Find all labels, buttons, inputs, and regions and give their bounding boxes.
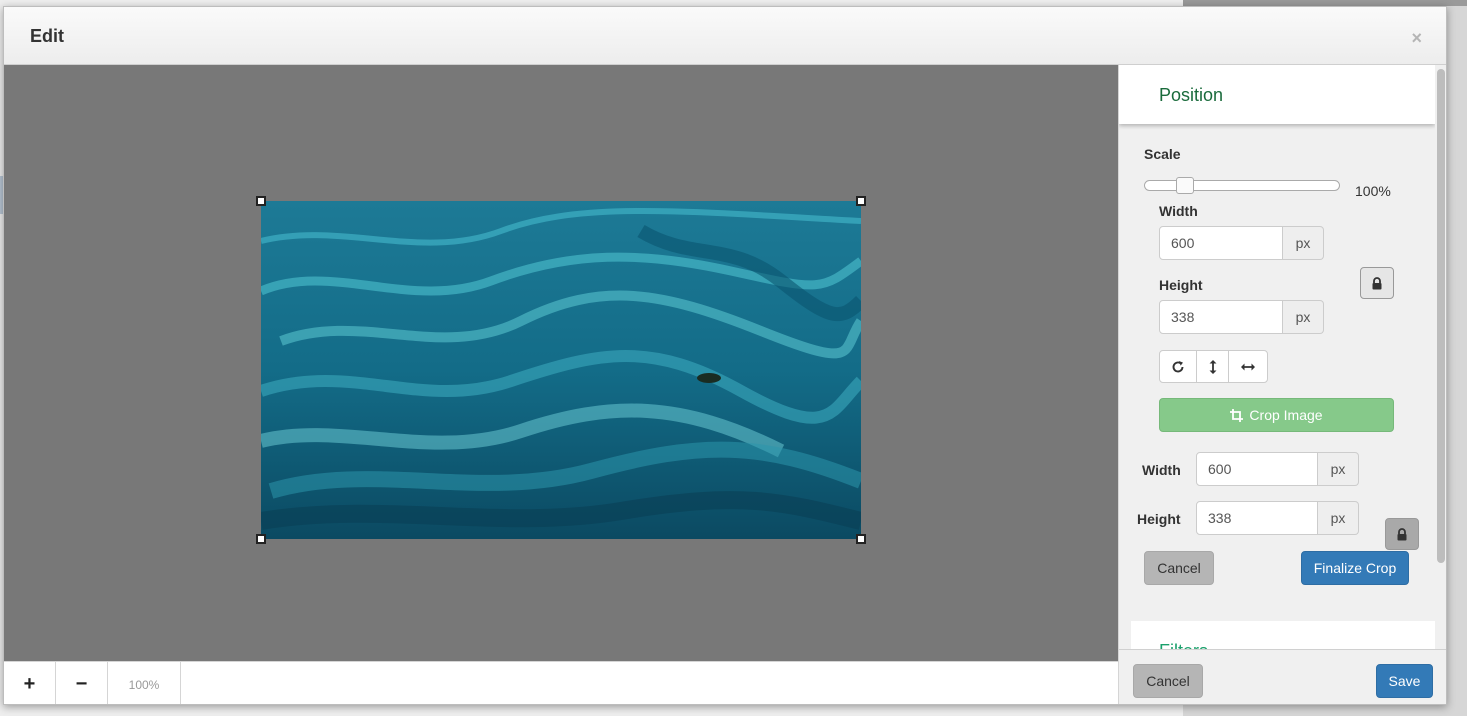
width-input-group: px xyxy=(1159,226,1324,260)
rotate-button[interactable] xyxy=(1160,351,1197,382)
image-canvas[interactable] xyxy=(4,65,1118,661)
aspect-lock-button[interactable] xyxy=(1360,267,1394,299)
crop-height-unit: px xyxy=(1318,501,1359,535)
resize-handle-top-right[interactable] xyxy=(856,196,866,206)
cancel-button[interactable]: Cancel xyxy=(1133,664,1203,698)
scale-label: Scale xyxy=(1144,146,1181,162)
side-panel-scrollbar[interactable] xyxy=(1437,69,1445,563)
flip-horizontal-button[interactable] xyxy=(1229,351,1267,382)
filters-section-header[interactable]: Filters xyxy=(1131,621,1435,649)
crop-icon xyxy=(1230,408,1244,422)
scale-value: 100% xyxy=(1355,183,1391,199)
position-section-title: Position xyxy=(1159,85,1224,105)
close-icon[interactable]: × xyxy=(1411,29,1422,47)
height-input-group: px xyxy=(1159,300,1324,334)
width-label: Width xyxy=(1159,203,1198,219)
flip-horizontal-icon xyxy=(1241,363,1255,370)
zoom-level: 100% xyxy=(108,662,181,704)
crop-width-input[interactable] xyxy=(1196,452,1318,486)
dialog-title: Edit xyxy=(30,26,64,46)
save-button[interactable]: Save xyxy=(1376,664,1433,698)
scale-slider[interactable] xyxy=(1144,180,1340,191)
dialog-footer: Cancel Save xyxy=(1119,649,1446,704)
scale-slider-thumb[interactable] xyxy=(1176,177,1195,194)
width-unit: px xyxy=(1283,226,1324,260)
transform-button-group xyxy=(1159,350,1268,383)
edit-dialog: Edit × + − 100% Position Scale 100% Widt… xyxy=(3,6,1447,705)
resize-handle-top-left[interactable] xyxy=(256,196,266,206)
crop-height-label: Height xyxy=(1137,511,1181,527)
resize-handle-bottom-right[interactable] xyxy=(856,534,866,544)
crop-width-unit: px xyxy=(1318,452,1359,486)
crop-aspect-lock-button[interactable] xyxy=(1385,518,1419,550)
zoom-in-button[interactable]: + xyxy=(4,662,56,704)
crop-height-input[interactable] xyxy=(1196,501,1318,535)
height-unit: px xyxy=(1283,300,1324,334)
lock-icon xyxy=(1372,276,1382,289)
dialog-header: Edit × xyxy=(4,7,1446,65)
position-section-header[interactable]: Position xyxy=(1119,65,1435,124)
crop-image-button[interactable]: Crop Image xyxy=(1159,398,1394,432)
crop-image-label: Crop Image xyxy=(1249,407,1323,423)
flip-vertical-button[interactable] xyxy=(1197,351,1229,382)
resize-handle-bottom-left[interactable] xyxy=(256,534,266,544)
lock-icon xyxy=(1397,527,1407,540)
edited-image[interactable] xyxy=(261,201,861,539)
filters-section-title: Filters xyxy=(1159,641,1208,649)
height-label: Height xyxy=(1159,277,1203,293)
finalize-crop-button[interactable]: Finalize Crop xyxy=(1301,551,1409,585)
side-panel-scroll-area: Position Scale 100% Width px Height px xyxy=(1119,65,1435,649)
crop-width-input-group: px xyxy=(1196,452,1359,486)
width-input[interactable] xyxy=(1159,226,1283,260)
crop-width-label: Width xyxy=(1142,462,1181,478)
height-input[interactable] xyxy=(1159,300,1283,334)
zoom-out-button[interactable]: − xyxy=(56,662,108,704)
cancel-crop-button[interactable]: Cancel xyxy=(1144,551,1214,585)
flip-vertical-icon xyxy=(1209,359,1216,374)
aerial-photo xyxy=(261,201,861,539)
zoom-toolbar: + − 100% xyxy=(4,661,1118,704)
edit-side-panel: Position Scale 100% Width px Height px xyxy=(1118,65,1446,704)
rotate-icon xyxy=(1172,360,1184,372)
crop-height-input-group: px xyxy=(1196,501,1359,535)
